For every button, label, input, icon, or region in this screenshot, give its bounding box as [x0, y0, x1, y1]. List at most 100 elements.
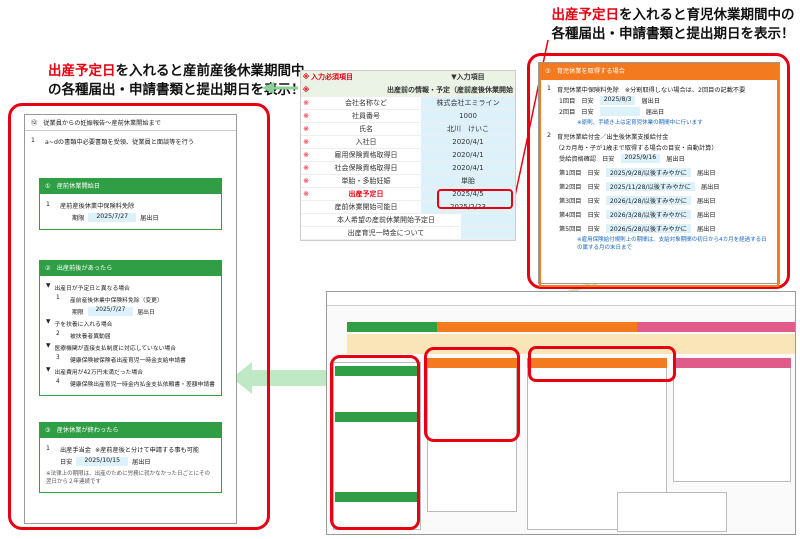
sec2-line: 産前産後休業中保険料免除（変更） [70, 298, 163, 304]
date-field[interactable]: 2025/11/28/以後すみやかに [605, 182, 695, 191]
estimate-label: 日安 [581, 109, 594, 116]
input-item-label: ▼入力項目 [421, 71, 515, 83]
row-value[interactable]: 株式会社エミライン [421, 97, 515, 109]
required-mark-icon: ※ [303, 164, 309, 172]
sec3-item: 出産手当金 [60, 447, 91, 454]
due-date-highlight-box [437, 189, 513, 209]
row-value[interactable]: 2020/4/1 [421, 149, 515, 161]
sec2-line: 医療機関が直接支払制度に対応していない場合 [54, 346, 177, 352]
section-birth: ▼ 出産日が予定日と異なる場合 1 産前産後休業中保険料免除（変更） 期限 2025… [39, 275, 222, 396]
sec2-line: 出産費用が42万円未満だった場合 [54, 370, 144, 376]
required-mark-icon: ※ [303, 151, 309, 159]
round-label: 1回目 [559, 98, 576, 105]
round-label: 第1回目 [559, 170, 582, 177]
date-field[interactable]: 2025/7/27 [88, 213, 137, 222]
input-table-header: ※ 入力必須項目 ▼入力項目 [301, 71, 515, 84]
headline-right: 出産予定日を入れると育児休業期間中の 各種届出・申請書類と提出期日を表示！ [548, 6, 798, 44]
required-mark-icon: ※ [303, 125, 309, 133]
submit-label: 届出日 [697, 170, 716, 177]
date-field[interactable]: 2025/10/15 [76, 457, 129, 466]
table-row: 本人希望の産前休業開始予定日 [301, 214, 515, 227]
round-label: 2回目 [559, 109, 576, 116]
section-head-birth: ② 出産前後があったら [39, 260, 222, 275]
date-field[interactable]: 2025/8/3 [599, 96, 636, 105]
thumb-sec-bar [673, 358, 791, 368]
row-value[interactable]: 1000 [421, 110, 515, 122]
list-item: 1 a~dの書類中必要書類を受領、従業員と面談等を行う [31, 137, 195, 146]
footnote: ※法律上の期限は、出産のために労務に就かなかった日ごとにその翌日から２年連続です [46, 471, 211, 485]
section-head-prenatal: ① 産前休業開始日 [39, 178, 222, 193]
right-zoom-panel: ③ 育児休業を取得する場合 1 育児休業中保険料免除 ※分割取得しない場合は、2回目… [538, 62, 780, 287]
r-item2-sub: （2カ月毎・子が1歳まで取得する場合の目安・自動計算） [555, 145, 718, 152]
left-zoom-panel: ⑫ 従業員からの妊娠報告～産前休業開始まで 1 a~dの書類中必要書類を受領、従業… [24, 114, 237, 524]
thumb-col5 [617, 492, 727, 532]
date-field[interactable]: 2026/3/28/以後すみやかに [605, 210, 691, 219]
row-label: 単胎・多胎妊娠 [341, 177, 391, 185]
row-label: 社員番号 [352, 112, 380, 120]
note2: ※雇用保険給付規則上の期間は、支給対象期間の初日から4カ月を経過する日の属する月… [577, 237, 767, 251]
row-value[interactable]: 単胎 [421, 175, 515, 187]
estimate-label: 日安 [587, 198, 600, 205]
estimate-label: 日安 [587, 184, 600, 191]
thumb-col4 [673, 362, 791, 482]
headline-right-text: を入れると育児休業期間中の [619, 7, 795, 23]
date-field[interactable]: 2026/1/28/以後すみやかに [605, 196, 691, 205]
row-value[interactable]: 北川 けいこ [421, 123, 515, 135]
row-value[interactable]: 2020/4/1 [421, 162, 515, 174]
estimate-label: 日安 [581, 98, 594, 105]
round-label: 第2回目 [559, 184, 582, 191]
section-prenatal: 1 産前産後休業中保険料免除 期限 2025/7/27 届出日 [39, 193, 222, 230]
sec2-head-text: 出産前後があったら [56, 265, 113, 272]
thumb-header [327, 292, 795, 306]
table-row: ※ 雇用保険資格取得日 2020/4/1 [301, 149, 515, 162]
estimate-label: 日安 [587, 226, 600, 233]
childcare-section: 1 育児休業中保険料免除 ※分割取得しない場合は、2回目の記載不要 1回目 日安 2… [539, 78, 779, 287]
r-item1: 育児休業中保険料免除 [556, 87, 619, 94]
submit-label: 届出日 [666, 156, 685, 163]
estimate-label: 日安 [587, 170, 600, 177]
thumb-left-highlight [330, 355, 420, 530]
required-mark-icon: ※ [303, 99, 309, 107]
submit-label: 届出日 [697, 226, 716, 233]
sec2-line: 子を扶養に入れる場合 [54, 322, 113, 328]
headline-left-line2: の各種届出・申請書類と提出期日を表示！ [48, 82, 305, 98]
table-row: ※ 会社名称など 株式会社エミライン [301, 97, 515, 110]
row-label: 社会保険資格取得日 [334, 164, 398, 172]
sec1-head-text: 産前休業開始日 [56, 183, 101, 190]
submit-label: 届出日 [140, 215, 159, 222]
submit-label: 届出日 [641, 98, 661, 105]
date-field[interactable]: 2025/9/28/以後すみやかに [605, 168, 691, 177]
submit-label: 届出日 [697, 212, 716, 219]
required-mark-icon: ※ [302, 86, 310, 94]
row-label: 出産予定日 [348, 190, 384, 198]
submit-label: 届出日 [645, 109, 665, 116]
round-label: 第4回目 [559, 212, 582, 219]
section-head-postnatal: ③ 産休休業が終わったら [39, 422, 222, 437]
row-label: 産前休業開始可能日 [334, 203, 398, 211]
childcare-section-head: ③ 育児休業を取得する場合 [539, 63, 779, 78]
date-field[interactable]: 2025/9/16 [620, 154, 661, 163]
row-value[interactable] [461, 227, 515, 239]
date-field[interactable]: 2026/5/28/以後すみやかに [605, 224, 691, 233]
r-item2: 育児休業給付金／出生後休業支援給付金 [556, 134, 669, 141]
row-label: 本人希望の産前休業開始予定日 [337, 216, 435, 224]
round-label: 第3回目 [559, 198, 582, 205]
row-value[interactable] [461, 214, 515, 226]
row-value[interactable]: 2020/4/1 [421, 136, 515, 148]
estimate-label: 日安 [587, 212, 600, 219]
sec2-line: 健康保険出産育児一時金内払金支払依頼書・差額申請書 [70, 382, 215, 388]
row-label: 氏名 [359, 125, 373, 133]
date-field[interactable]: 2025/7/27 [87, 307, 134, 316]
note1: ※原則、手続き上は定育児休業の期間中に行います [577, 120, 703, 126]
table-row: ※ 入社日 2020/4/1 [301, 136, 515, 149]
headline-right-highlight: 出産予定日 [551, 7, 620, 23]
section-label: 出産前の情報・予定（産前産後休業開始 [387, 86, 513, 94]
left-title-text: 従業員からの妊娠報告～産前休業開始まで [43, 120, 161, 127]
required-mark-icon: ※ [303, 138, 309, 146]
required-mark-icon: ※ [303, 190, 309, 198]
date-field-empty[interactable] [599, 107, 640, 116]
row-label: 雇用保険資格取得日 [334, 151, 398, 159]
required-mark-icon: ※ [303, 177, 309, 185]
table-row: 出産育児一時金について [301, 227, 515, 240]
right-head-text: 育児休業を取得する場合 [556, 68, 625, 75]
